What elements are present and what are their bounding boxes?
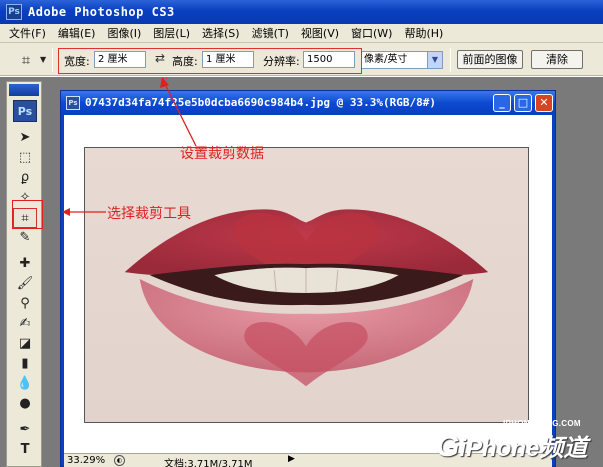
app-title: Adobe Photoshop CS3 <box>28 5 175 19</box>
menu-help[interactable]: 帮助(H) <box>399 25 450 41</box>
watermark-logo-text: iPhone频道 <box>459 435 588 462</box>
menu-layer[interactable]: 图层(L) <box>148 25 197 41</box>
history-brush-tool-icon[interactable]: ✍ <box>13 314 37 334</box>
gradient-tool-icon[interactable]: ▮ <box>13 354 37 374</box>
canvas-area[interactable] <box>64 115 552 453</box>
crop-settings-highlight <box>58 48 362 74</box>
brush-tool-icon[interactable]: 🖌 <box>13 274 37 294</box>
watermark-logo: GiPhone频道 <box>436 428 587 464</box>
menu-bar: 文件(F) 编辑(E) 图像(I) 图层(L) 选择(S) 滤镜(T) 视图(V… <box>0 24 603 43</box>
zoom-level[interactable]: 33.29% <box>67 455 105 466</box>
status-arrow-icon[interactable]: ▶ <box>288 454 295 464</box>
close-icon[interactable]: ✕ <box>535 94 553 112</box>
toolbox-grip[interactable] <box>9 84 39 96</box>
annotation-select-crop-tool: 选择裁剪工具 <box>107 206 191 222</box>
crop-preset-icon[interactable]: ⌗ <box>16 50 36 70</box>
toolbox: Ps ➤ ⬚ ϼ ✧ ⌗ ✎ ✚ 🖌 ⚲ ✍ ◪ ▮ 💧 ● ✒ T <box>6 81 42 467</box>
crop-tool-highlight-left <box>12 200 13 229</box>
divider <box>450 48 451 72</box>
blur-tool-icon[interactable]: 💧 <box>13 374 37 394</box>
divider <box>52 48 53 72</box>
photoshop-icon: Ps <box>6 4 22 20</box>
annotation-set-crop-data: 设置裁剪数据 <box>180 146 264 162</box>
marquee-tool-icon[interactable]: ⬚ <box>13 148 37 168</box>
front-image-button[interactable]: 前面的图像 <box>457 50 523 69</box>
chevron-down-icon: ▼ <box>427 52 442 68</box>
clone-stamp-tool-icon[interactable]: ⚲ <box>13 294 37 314</box>
watermark-logo-letter: G <box>436 430 460 463</box>
document-window: Ps 07437d34fa74f25e5b0dcba6690c984b4.jpg… <box>60 90 556 467</box>
move-tool-icon[interactable]: ➤ <box>13 128 37 148</box>
lasso-tool-icon[interactable]: ϼ <box>13 168 37 188</box>
menu-image[interactable]: 图像(I) <box>102 25 148 41</box>
chevron-down-icon[interactable]: ▼ <box>40 55 46 64</box>
arrow-to-crop-tool <box>62 208 106 216</box>
minimize-icon[interactable]: _ <box>493 94 511 112</box>
watermark-url: IPHONE.265G.COM <box>503 419 581 428</box>
slice-tool-icon[interactable]: ✎ <box>13 228 37 248</box>
menu-select[interactable]: 选择(S) <box>197 25 247 41</box>
pen-tool-icon[interactable]: ✒ <box>13 420 37 440</box>
lips-photo <box>84 147 529 423</box>
menu-view[interactable]: 视图(V) <box>296 25 346 41</box>
document-title: 07437d34fa74f25e5b0dcba6690c984b4.jpg @ … <box>85 96 436 109</box>
resolution-unit-select[interactable]: 像素/英寸 ▼ <box>361 51 443 69</box>
healing-brush-tool-icon[interactable]: ✚ <box>13 254 37 274</box>
arrow-to-settings <box>160 77 197 147</box>
type-tool-icon[interactable]: T <box>13 440 37 460</box>
clear-button[interactable]: 清除 <box>531 50 583 69</box>
maximize-icon[interactable]: □ <box>514 94 532 112</box>
crop-tool-highlight-right <box>42 200 43 229</box>
menu-edit[interactable]: 编辑(E) <box>53 25 103 41</box>
menu-window[interactable]: 窗口(W) <box>346 25 399 41</box>
unit-select-value: 像素/英寸 <box>364 54 408 65</box>
menu-filter[interactable]: 滤镜(T) <box>247 25 296 41</box>
menu-file[interactable]: 文件(F) <box>4 25 53 41</box>
eraser-tool-icon[interactable]: ◪ <box>13 334 37 354</box>
crop-tool-highlight-top <box>12 200 43 201</box>
crop-tool-highlight-bottom <box>12 228 43 229</box>
document-icon: Ps <box>66 96 80 110</box>
document-title-bar[interactable]: Ps 07437d34fa74f25e5b0dcba6690c984b4.jpg… <box>61 91 555 115</box>
magic-wand-tool-icon[interactable]: ✧ <box>13 188 37 208</box>
crop-tool-icon[interactable]: ⌗ <box>13 208 37 228</box>
status-menu-icon[interactable]: ◐ <box>114 455 125 466</box>
app-title-bar: Ps Adobe Photoshop CS3 <box>0 0 603 24</box>
ps-logo-icon[interactable]: Ps <box>13 100 37 122</box>
dodge-tool-icon[interactable]: ● <box>13 394 37 414</box>
document-size-info: 文档:3.71M/3.71M <box>164 459 253 467</box>
